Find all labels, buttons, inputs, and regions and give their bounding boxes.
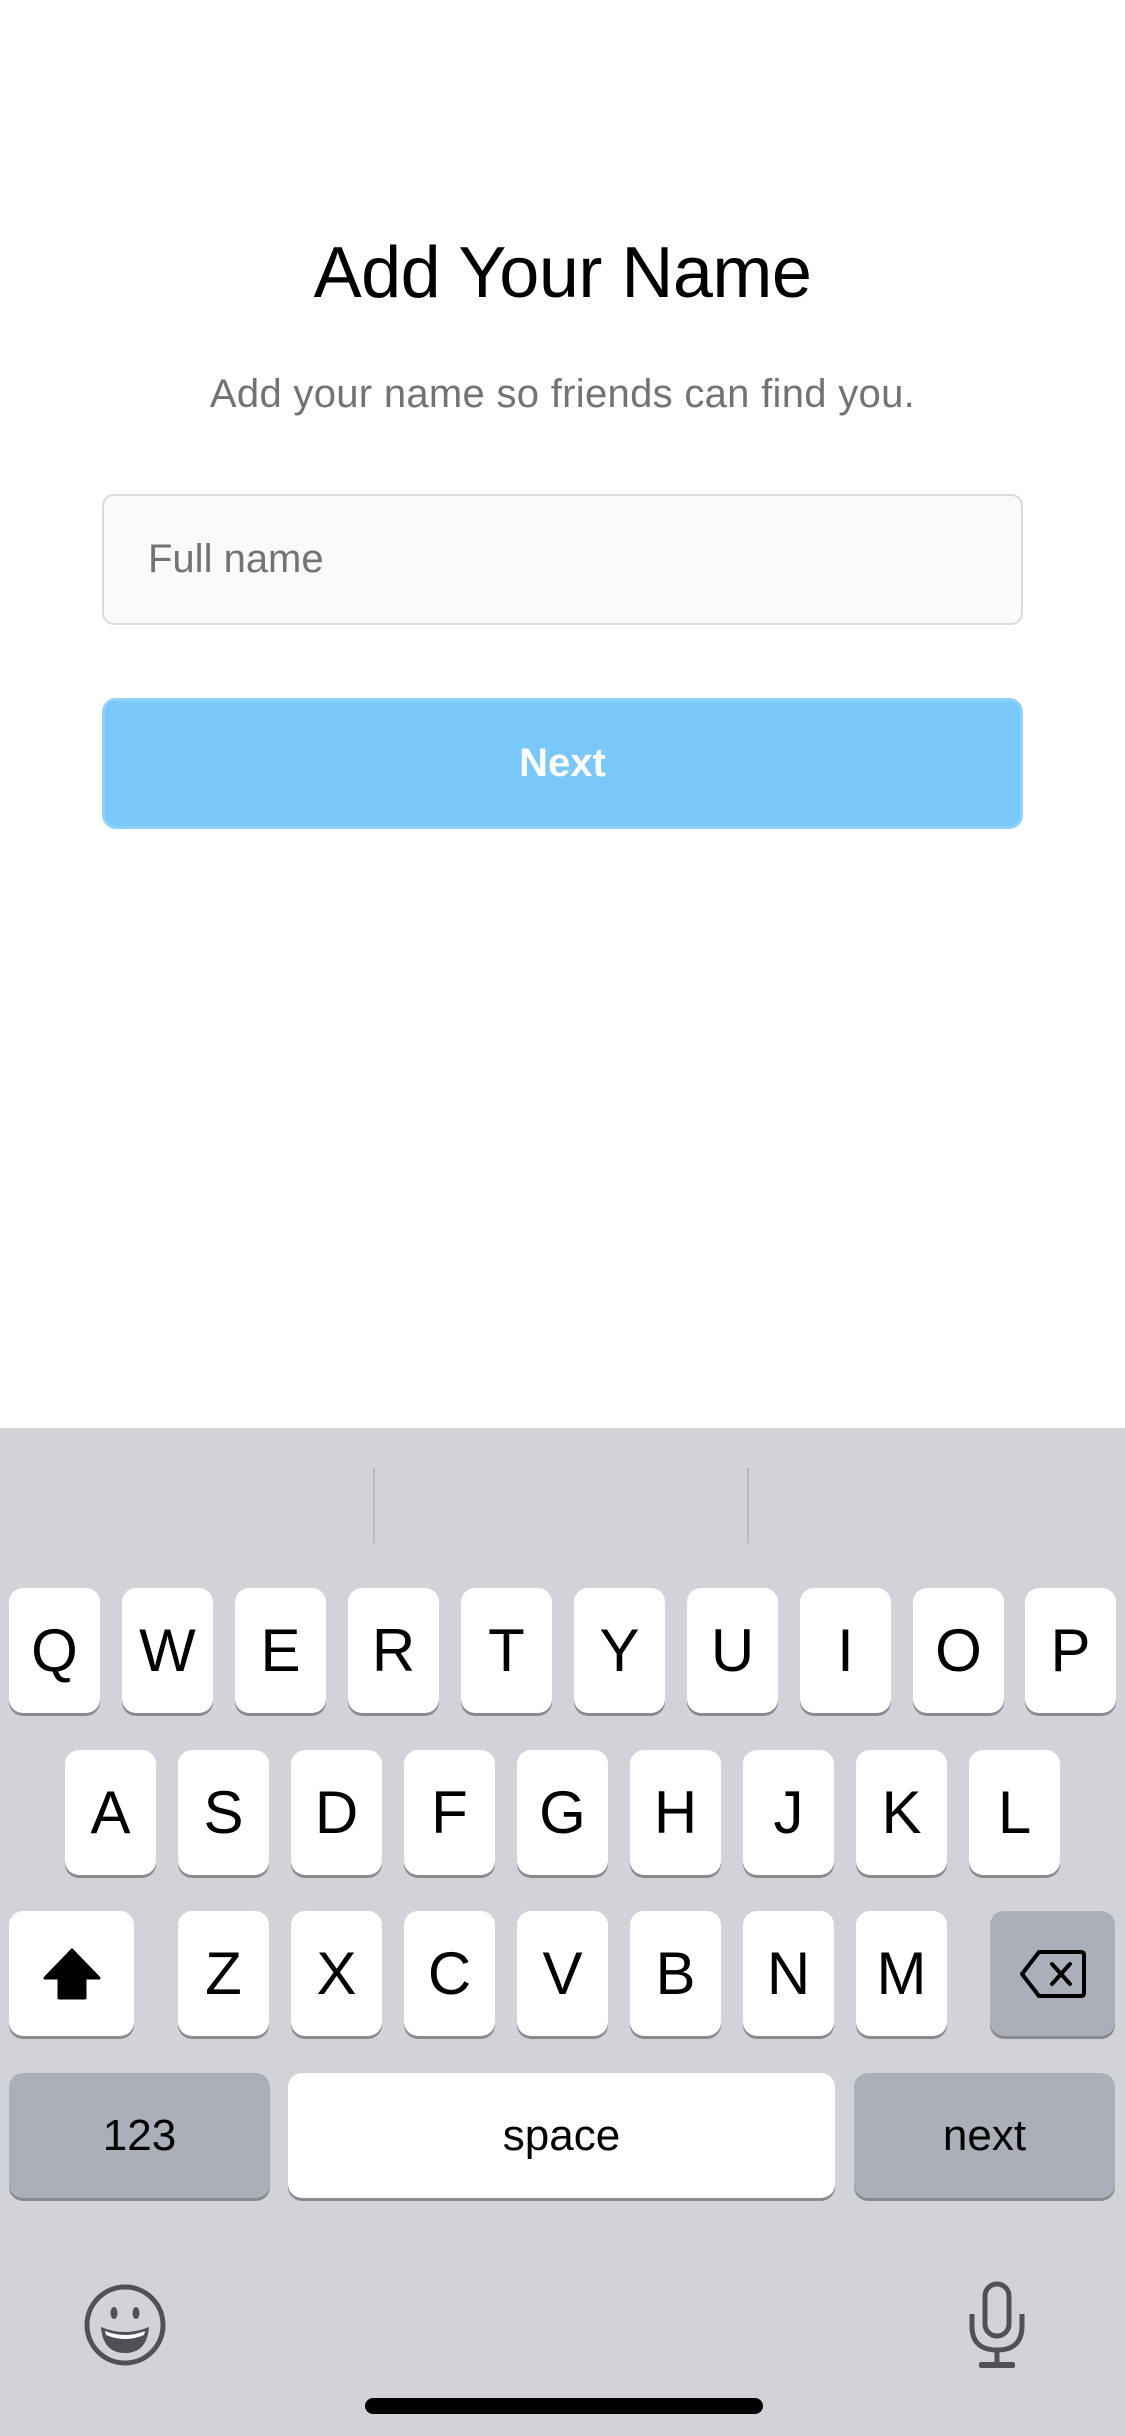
space-key[interactable]: space <box>288 2073 835 2198</box>
delete-key[interactable] <box>990 1911 1115 2036</box>
key-k[interactable]: K <box>856 1750 947 1875</box>
key-u[interactable]: U <box>687 1588 778 1713</box>
keyboard: Q W E R T Y U I O P A S D F G H J K L Z … <box>0 1428 1125 2436</box>
key-t[interactable]: T <box>461 1588 552 1713</box>
numbers-key[interactable]: 123 <box>9 2073 270 2198</box>
emoji-icon <box>84 2284 166 2366</box>
key-b[interactable]: B <box>630 1911 721 2036</box>
key-x[interactable]: X <box>291 1911 382 2036</box>
key-j[interactable]: J <box>743 1750 834 1875</box>
backspace-icon <box>1019 1949 1086 1998</box>
key-f[interactable]: F <box>404 1750 495 1875</box>
suggestion-divider <box>373 1468 375 1543</box>
key-l[interactable]: L <box>969 1750 1060 1875</box>
key-e[interactable]: E <box>235 1588 326 1713</box>
dictation-button[interactable] <box>942 2270 1052 2380</box>
microphone-icon <box>969 2281 1025 2368</box>
next-button[interactable]: Next <box>102 698 1023 829</box>
key-r[interactable]: R <box>348 1588 439 1713</box>
key-h[interactable]: H <box>630 1750 721 1875</box>
key-s[interactable]: S <box>178 1750 269 1875</box>
key-a[interactable]: A <box>65 1750 156 1875</box>
key-g[interactable]: G <box>517 1750 608 1875</box>
key-v[interactable]: V <box>517 1911 608 2036</box>
full-name-input[interactable] <box>102 494 1023 625</box>
key-z[interactable]: Z <box>178 1911 269 2036</box>
key-q[interactable]: Q <box>9 1588 100 1713</box>
next-return-key[interactable]: next <box>854 2073 1115 2198</box>
key-i[interactable]: I <box>800 1588 891 1713</box>
shift-key[interactable] <box>9 1911 134 2036</box>
page-subtitle: Add your name so friends can find you. <box>209 372 916 416</box>
key-w[interactable]: W <box>122 1588 213 1713</box>
shift-arrow-icon <box>43 1948 100 1999</box>
key-o[interactable]: O <box>913 1588 1004 1713</box>
key-m[interactable]: M <box>856 1911 947 2036</box>
key-y[interactable]: Y <box>574 1588 665 1713</box>
page-title: Add Your Name <box>313 233 812 313</box>
key-c[interactable]: C <box>404 1911 495 2036</box>
emoji-button[interactable] <box>70 2270 180 2380</box>
home-indicator[interactable] <box>365 2398 763 2414</box>
suggestion-divider <box>747 1468 749 1543</box>
key-d[interactable]: D <box>291 1750 382 1875</box>
key-p[interactable]: P <box>1025 1588 1116 1713</box>
key-n[interactable]: N <box>743 1911 834 2036</box>
